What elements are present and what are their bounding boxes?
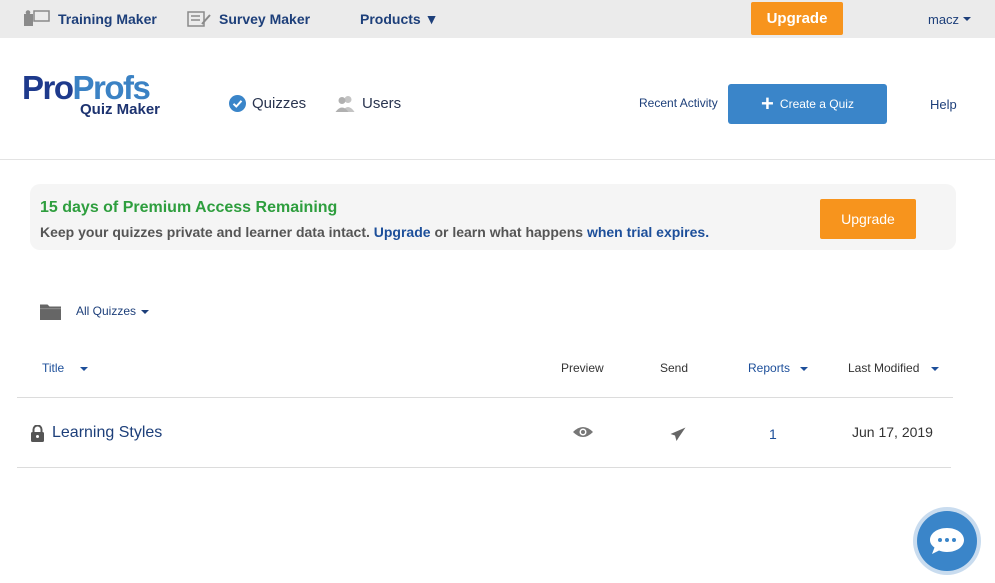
quiz-title[interactable]: Learning Styles [52,424,162,442]
top-bar: Training Maker Survey Maker Products ▼ U… [0,0,995,38]
send-button[interactable] [670,427,686,442]
nav-quizzes-label: Quizzes [252,94,307,112]
check-circle-icon [229,94,246,112]
sort-caret-icon [800,366,809,371]
help-link[interactable]: Help [930,97,957,112]
banner-upgrade-link[interactable]: Upgrade [374,224,431,240]
last-modified-date: Jun 17, 2019 [852,424,933,440]
table-row-divider [17,467,951,468]
sort-caret-icon [931,366,940,371]
lock-icon [31,424,44,442]
users-icon [335,95,355,112]
banner-upgrade-button[interactable]: Upgrade [820,199,916,239]
upgrade-top-button[interactable]: Upgrade [751,2,843,35]
column-title[interactable]: Title [42,361,89,375]
proprofs-logo[interactable]: ProProfs Quiz Maker [22,71,160,118]
all-quizzes-dropdown[interactable]: All Quizzes [76,304,150,318]
paper-plane-icon [670,427,686,441]
quiz-filter[interactable]: All Quizzes [40,300,150,322]
create-quiz-button[interactable]: + Create a Quiz [728,84,887,124]
nav-users[interactable]: Users [335,38,401,168]
user-name: macz [928,11,960,27]
survey-maker-label: Survey Maker [219,11,311,27]
chevron-down-icon [141,309,150,314]
table-header-divider [17,397,953,398]
sort-caret-icon [80,366,89,371]
survey-maker-link[interactable]: Survey Maker [187,0,310,38]
column-reports[interactable]: Reports [748,361,809,375]
logo-quiz-maker-text: Quiz Maker [80,101,161,118]
user-menu[interactable]: macz [928,0,972,38]
products-label: Products ▼ [360,11,439,27]
training-maker-link[interactable]: Training Maker [24,0,157,38]
trial-banner: 15 days of Premium Access Remaining Keep… [30,184,956,250]
nav-quizzes[interactable]: Quizzes [229,38,306,168]
column-send: Send [660,361,689,375]
quiz-title-cell[interactable]: Learning Styles [30,424,162,442]
training-maker-icon [24,10,50,26]
chevron-down-icon [963,17,972,21]
plus-icon: + [761,91,774,116]
chat-button[interactable] [917,511,977,571]
trial-expires-link[interactable]: when trial expires. [587,224,709,240]
recent-activity-link[interactable]: Recent Activity [639,96,718,110]
column-preview: Preview [561,361,604,375]
preview-button[interactable] [572,425,594,439]
products-menu[interactable]: Products ▼ [360,0,438,38]
chat-icon [930,528,964,554]
training-maker-label: Training Maker [58,11,157,27]
survey-maker-icon [187,11,211,27]
nav-users-label: Users [362,94,402,112]
trial-banner-title: 15 days of Premium Access Remaining [40,199,338,216]
eye-icon [573,427,593,437]
logo-pro-text: Pro [22,69,74,106]
trial-banner-text: Keep your quizzes private and learner da… [40,224,710,240]
create-quiz-label: Create a Quiz [779,97,854,111]
reports-count-link[interactable]: 1 [769,426,777,442]
folder-icon [40,304,61,320]
column-last-modified[interactable]: Last Modified [848,361,940,375]
main-header: ProProfs Quiz Maker Quizzes Users Recent… [0,38,995,160]
